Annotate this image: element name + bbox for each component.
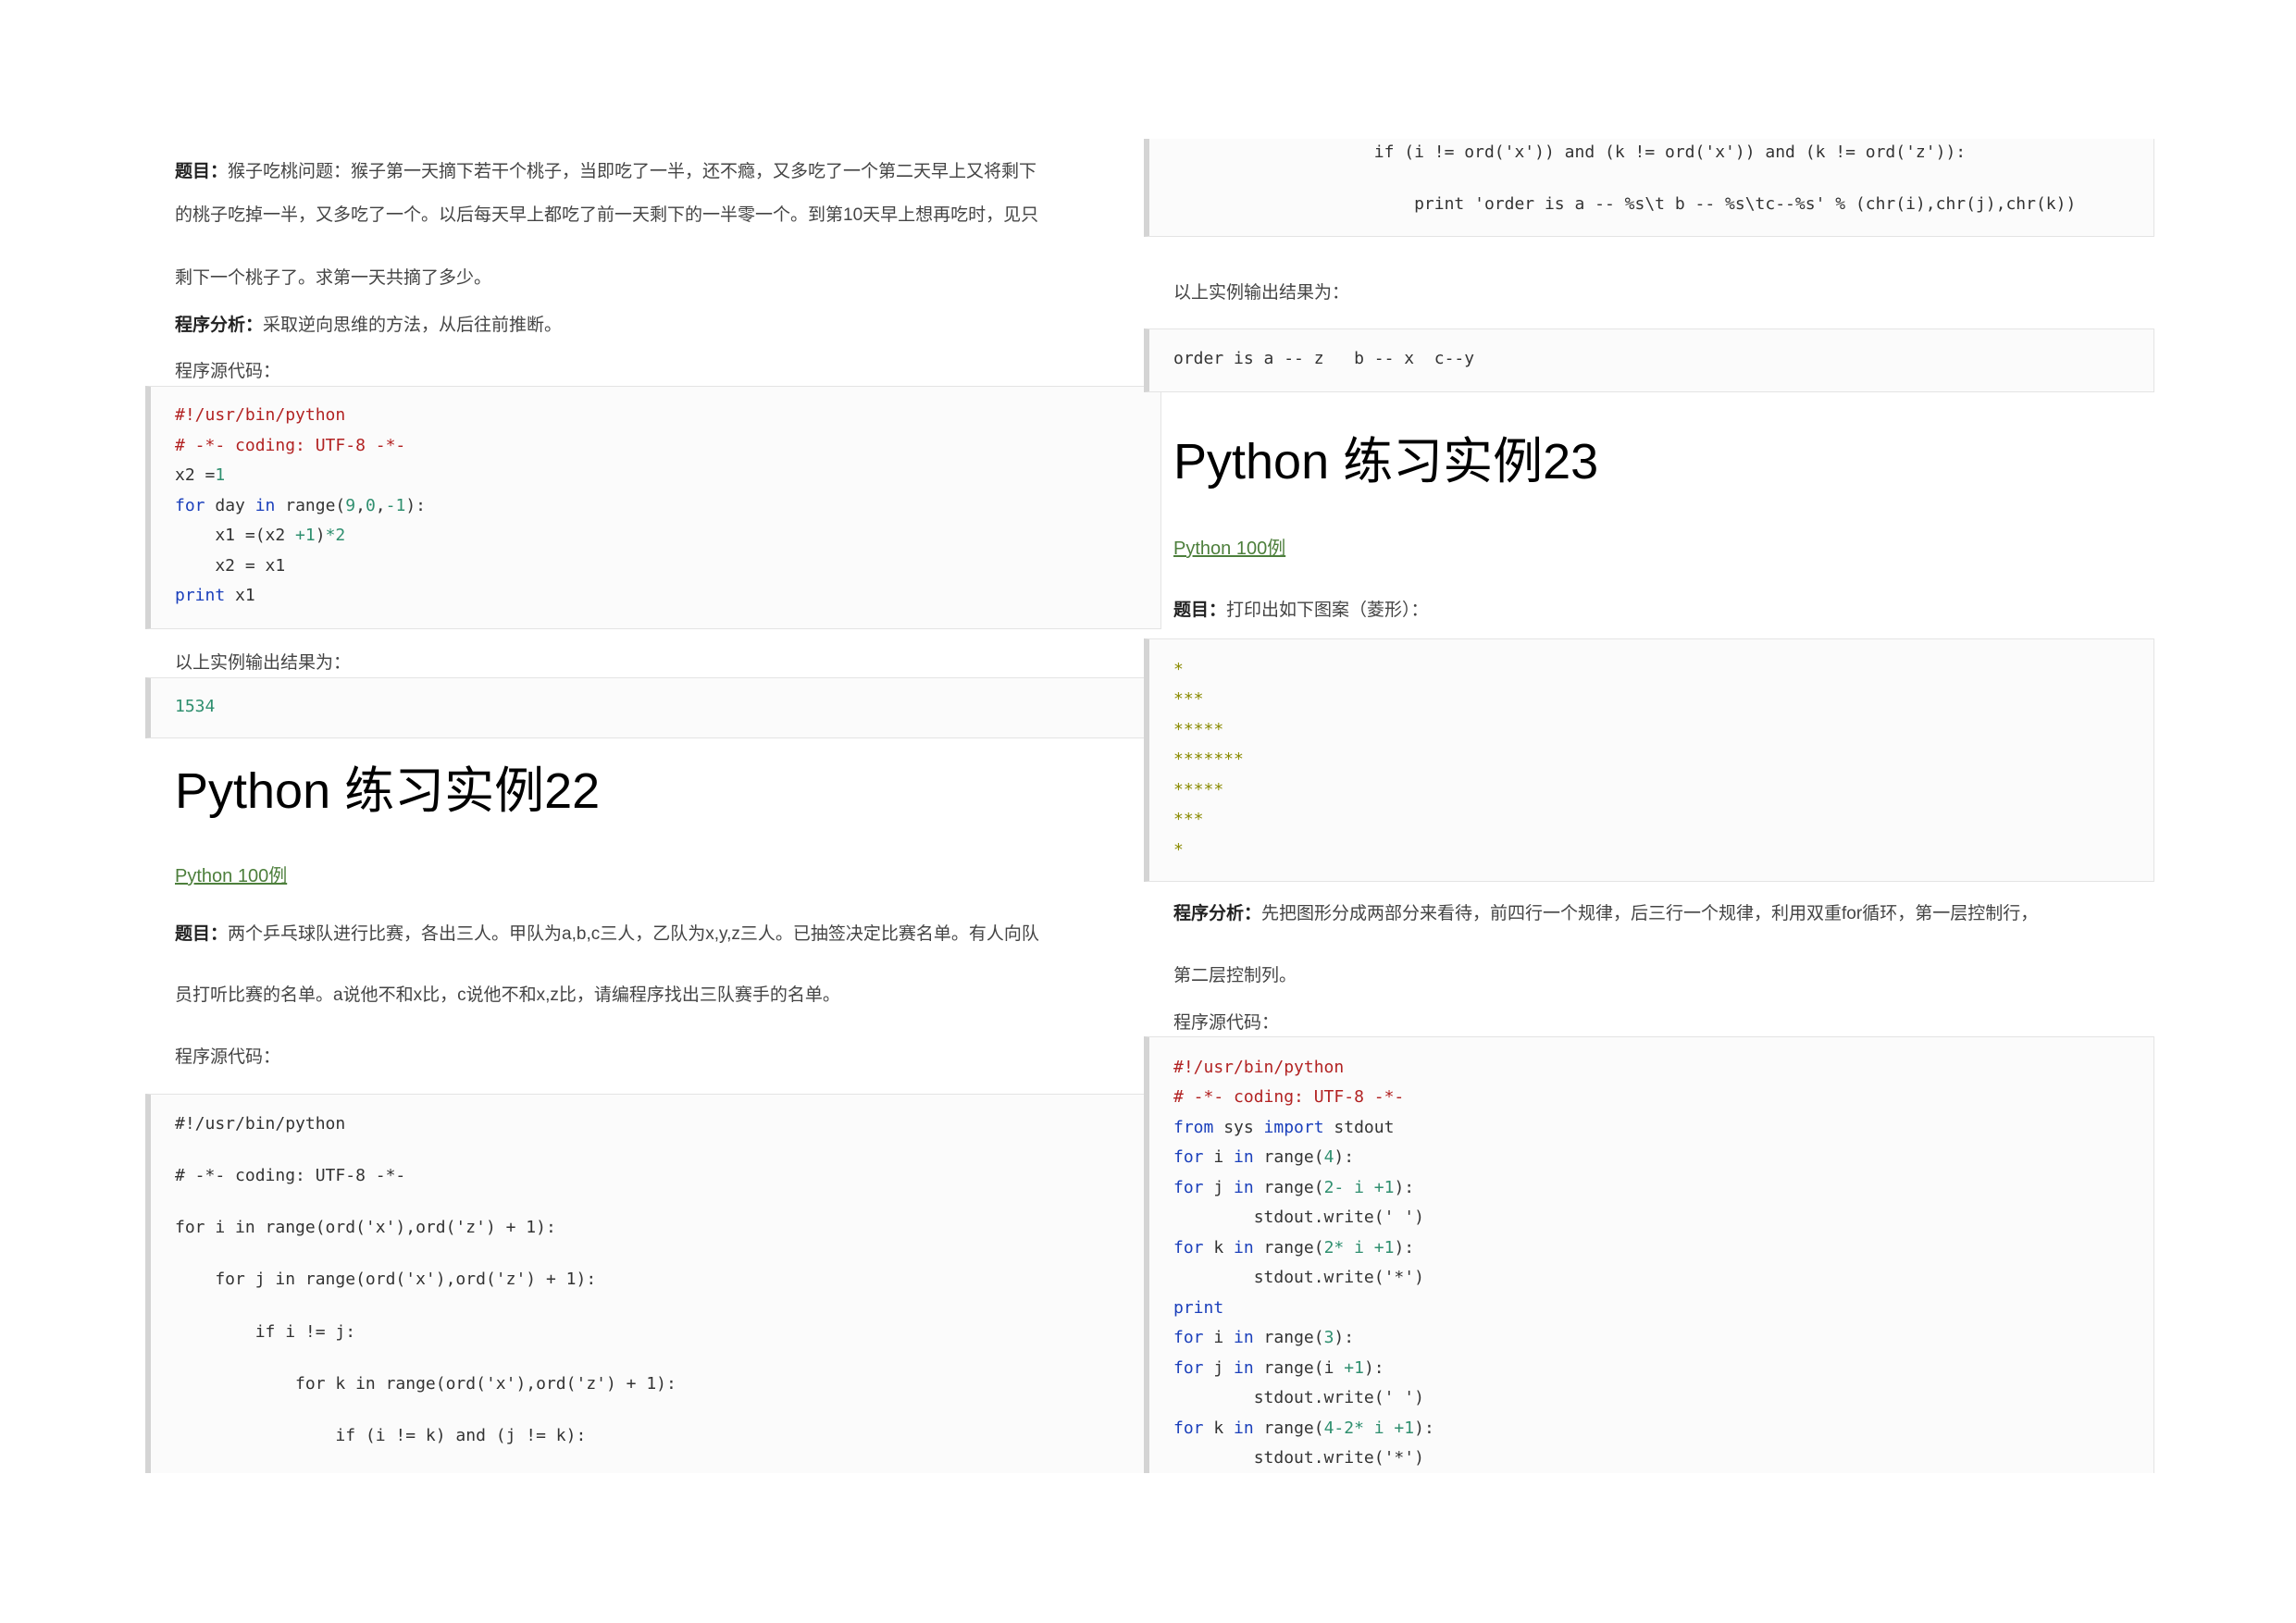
analysis-21: 程序分析：采取逆向思维的方法，从后往前推断。 — [175, 315, 563, 335]
pattern-line: * — [1173, 660, 1184, 679]
output-line: order is a -- z b -- x c--y — [1173, 349, 1475, 368]
code-line: print 'order is a -- %s\t b -- %s\tc--%s… — [1173, 194, 2077, 214]
code-line: # -*- coding: UTF-8 -*- — [175, 1166, 406, 1185]
code-line: #!/usr/bin/python — [175, 1114, 346, 1134]
code-line: #!/usr/bin/python — [175, 405, 346, 425]
problem-21-line-1: 题目：猴子吃桃问题：猴子第一天摘下若干个桃子，当即吃了一半，还不瘾，又多吃了一个… — [175, 161, 1037, 181]
diamond-pattern-block: * *** ***** ******* ***** *** * — [1144, 638, 2154, 882]
python-100-link-23[interactable]: Python 100例 — [1173, 539, 1285, 558]
code-line: stdout.write('*') — [1173, 1448, 1424, 1468]
code-line: for i in range(3): — [1173, 1328, 1355, 1347]
code-block-22: #!/usr/bin/python # -*- coding: UTF-8 -*… — [145, 1094, 1161, 1473]
problem-23: 题目：打印出如下图案（菱形）： — [1173, 600, 1429, 620]
code-line: # -*- coding: UTF-8 -*- — [175, 436, 406, 455]
problem-21-line-3: 剩下一个桃子了。求第一天共摘了多少。 — [175, 267, 492, 288]
analysis-23-line-2: 第二层控制列。 — [1173, 965, 1297, 985]
output-block-21: 1534 — [145, 677, 1161, 738]
code-line: for j in range(i +1): — [1173, 1358, 1384, 1378]
code-line: x2 =1 — [175, 465, 226, 485]
code-block-23: #!/usr/bin/python # -*- coding: UTF-8 -*… — [1144, 1036, 2154, 1473]
code-line: for j in range(2- i +1): — [1173, 1178, 1415, 1197]
python-100-link-22[interactable]: Python 100例 — [175, 867, 287, 886]
code-line: print — [1173, 1298, 1224, 1318]
code-line: stdout.write(' ') — [1173, 1388, 1424, 1407]
analysis-23-line-1: 程序分析：先把图形分成两部分来看待，前四行一个规律，后三行一个规律，利用双重fo… — [1173, 903, 2039, 923]
pattern-line: *** — [1173, 810, 1204, 829]
code-line: x2 = x1 — [175, 556, 286, 576]
code-line: stdout.write(' ') — [1173, 1208, 1424, 1227]
code-line: if i != j: — [175, 1322, 356, 1342]
code-line: for i in range(ord('x'),ord('z') + 1): — [175, 1218, 556, 1237]
problem-22-line-2: 员打听比赛的名单。a说他不和x比，c说他不和x,z比，请编程序找出三队赛手的名单… — [175, 985, 840, 1005]
source-label-22: 程序源代码： — [175, 1047, 281, 1067]
pattern-line: ******* — [1173, 750, 1244, 769]
code-line: x1 =(x2 +1)*2 — [175, 526, 346, 545]
source-label-23: 程序源代码： — [1173, 1012, 1280, 1033]
heading-example-22: Python 练习实例22 — [175, 763, 601, 819]
heading-example-23: Python 练习实例23 — [1173, 434, 1599, 489]
pattern-line: ***** — [1173, 780, 1224, 799]
output-block-22: order is a -- z b -- x c--y — [1144, 328, 2154, 392]
code-line: for k in range(2* i +1): — [1173, 1238, 1415, 1258]
output-line: 1534 — [175, 697, 216, 716]
code-line: # -*- coding: UTF-8 -*- — [1173, 1087, 1405, 1107]
code-line: from sys import stdout — [1173, 1118, 1395, 1137]
code-block-21: #!/usr/bin/python # -*- coding: UTF-8 -*… — [145, 386, 1161, 629]
code-block-22-continued: if (i != ord('x')) and (k != ord('x')) a… — [1144, 139, 2154, 237]
code-line: if (i != ord('x')) and (k != ord('x')) a… — [1173, 142, 1967, 162]
code-line: stdout.write('*') — [1173, 1268, 1424, 1287]
output-label-22: 以上实例输出结果为： — [1173, 282, 1350, 303]
output-label-21: 以上实例输出结果为： — [175, 652, 352, 673]
code-line: #!/usr/bin/python — [1173, 1058, 1345, 1077]
code-line: if (i != k) and (j != k): — [175, 1426, 587, 1445]
code-line: for day in range(9,0,-1): — [175, 496, 426, 515]
problem-21-line-2: 的桃子吃掉一半，又多吃了一个。以后每天早上都吃了前一天剩下的一半零一个。到第10… — [175, 204, 1039, 225]
code-line: for k in range(ord('x'),ord('z') + 1): — [175, 1374, 676, 1394]
pattern-line: * — [1173, 840, 1184, 860]
pattern-line: *** — [1173, 689, 1204, 709]
pattern-line: ***** — [1173, 720, 1224, 739]
code-line: for j in range(ord('x'),ord('z') + 1): — [175, 1270, 597, 1289]
code-line: for k in range(4-2* i +1): — [1173, 1419, 1434, 1438]
problem-22-line-1: 题目：两个乒乓球队进行比赛，各出三人。甲队为a,b,c三人，乙队为x,y,z三人… — [175, 923, 1039, 944]
source-label-21: 程序源代码： — [175, 361, 281, 381]
code-line: print x1 — [175, 586, 255, 605]
code-line: for i in range(4): — [1173, 1147, 1355, 1167]
